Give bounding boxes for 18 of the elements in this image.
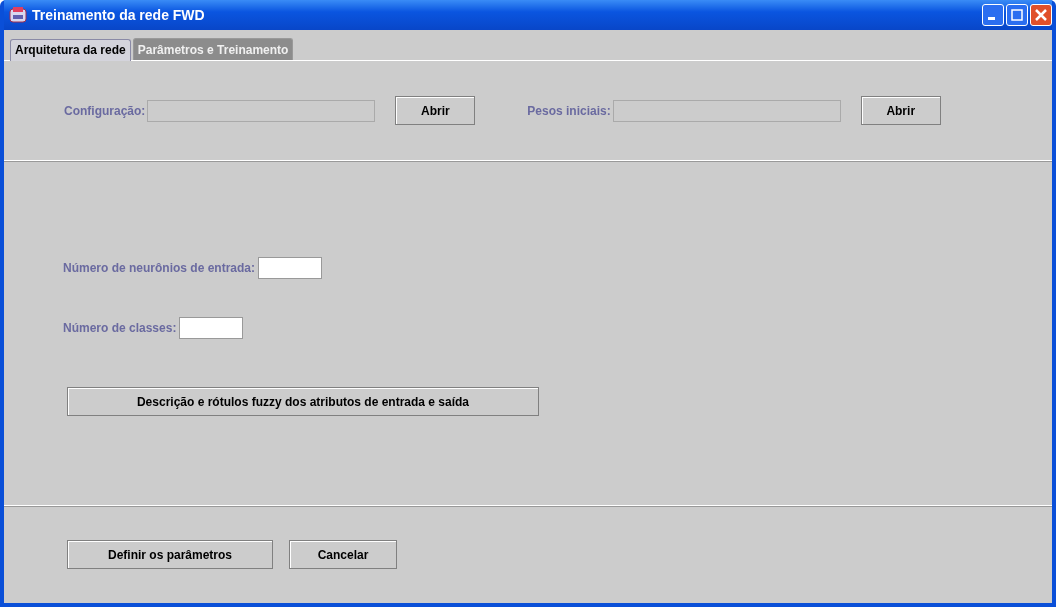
app-icon (9, 6, 27, 24)
maximize-icon (1011, 9, 1023, 21)
minimize-icon (987, 17, 995, 20)
input-field[interactable] (179, 317, 244, 339)
field-label: Configuração: (64, 103, 146, 118)
window-title: Treinamento da rede FWD (32, 7, 205, 23)
field-label: Pesos iniciais: (527, 103, 611, 118)
tab[interactable]: Arquitetura da rede (10, 39, 131, 61)
action-button[interactable]: Definir os parâmetros (67, 540, 273, 569)
action-button[interactable]: Cancelar (289, 540, 397, 569)
close-button[interactable] (1030, 4, 1052, 26)
input-field[interactable] (258, 257, 323, 279)
field-label: Número de classes: (63, 321, 177, 335)
field-label: Número de neurônios de entrada: (63, 261, 256, 275)
maximize-button[interactable] (1006, 4, 1028, 26)
minimize-button[interactable] (982, 4, 1004, 26)
description-button[interactable]: Descrição e rótulos fuzzy dos atributos de entrada e saída (67, 387, 539, 416)
close-icon (1035, 9, 1047, 21)
